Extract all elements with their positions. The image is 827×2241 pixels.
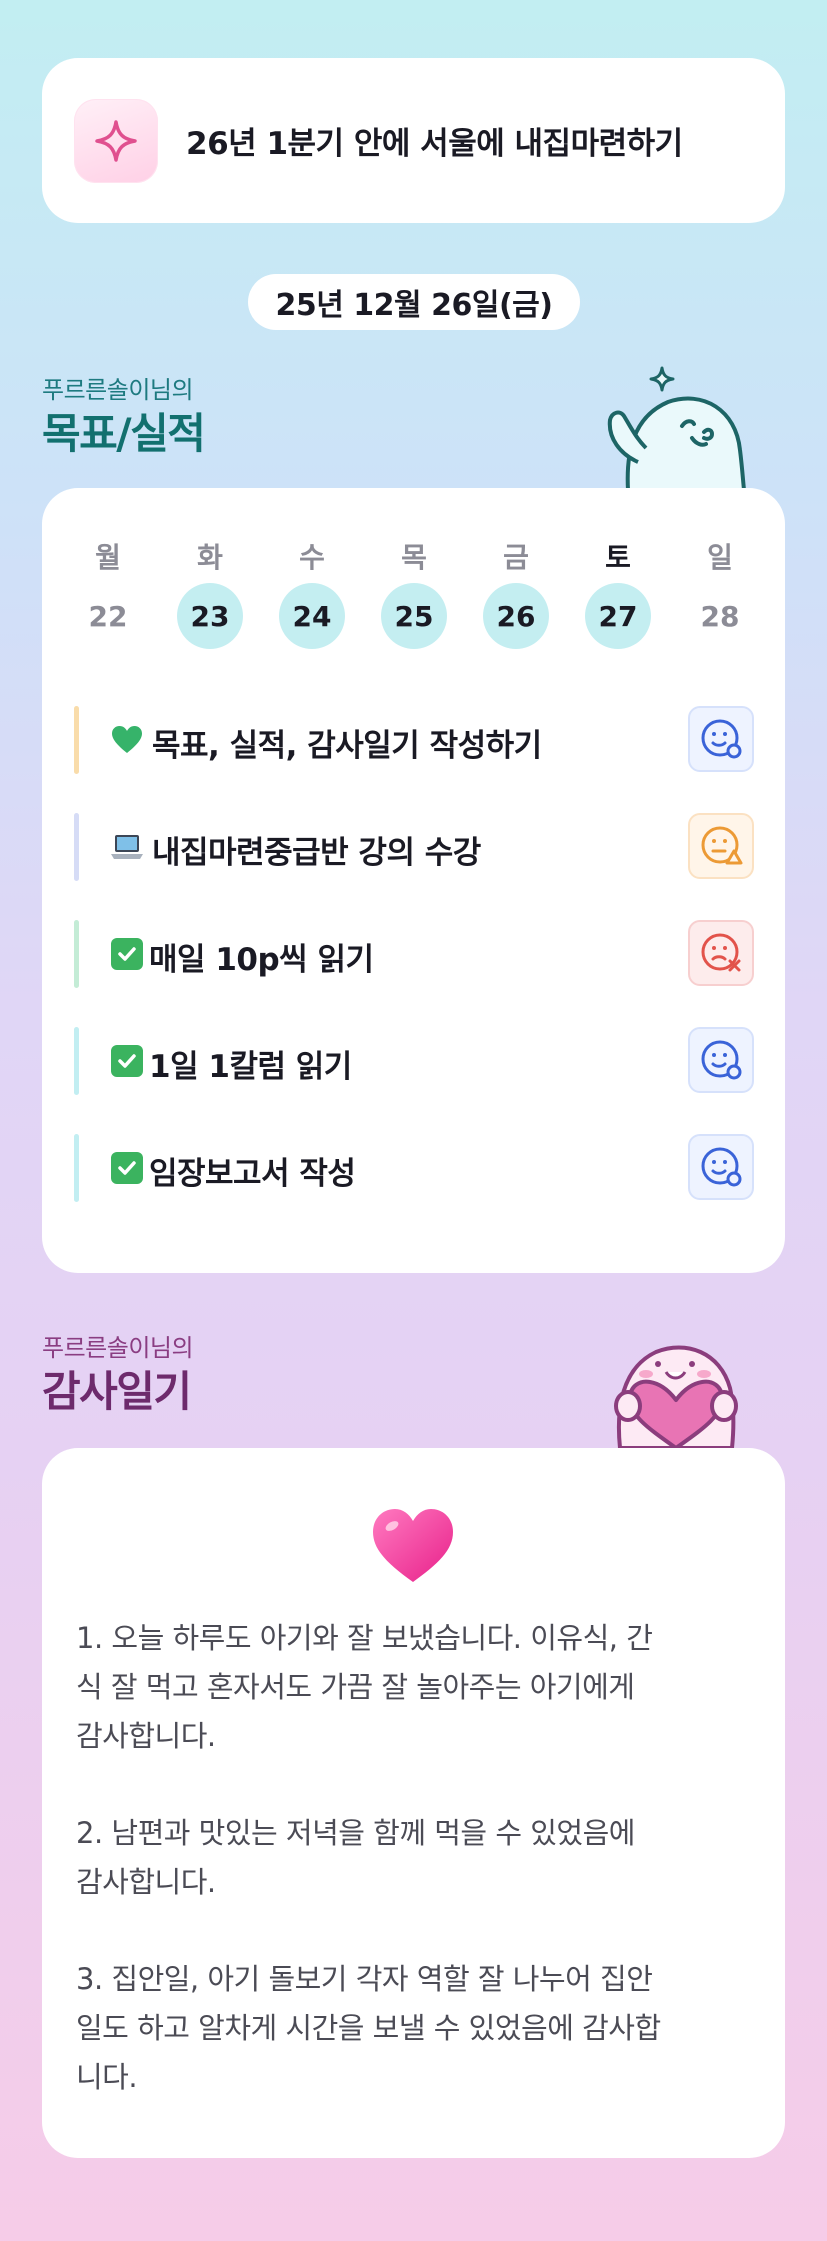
goal-item: 매일 10p씩 읽기: [74, 920, 754, 988]
day-22[interactable]: 22: [75, 583, 141, 649]
thanks-entry: 3. 집안일, 아기 돌보기 각자 역할 잘 나누어 집안 일도 하고 알차게 …: [76, 1962, 661, 2094]
weekday-fri: 금: [503, 541, 529, 574]
thanks-entry: 2. 남편과 맛있는 저녁을 함께 먹을 수 있었음에 감사합니다.: [76, 1816, 635, 1899]
weekday-sat: 토: [605, 541, 631, 574]
day-23[interactable]: 23: [177, 583, 243, 649]
day-26[interactable]: 26: [483, 583, 549, 649]
weekday-wed: 수: [299, 541, 325, 574]
status-button[interactable]: [688, 1027, 754, 1093]
status-button[interactable]: [688, 706, 754, 772]
thanks-card: 1. 오늘 하루도 아기와 잘 보냈습니다. 이유식, 간 식 잘 먹고 혼자서…: [42, 1448, 785, 2158]
goal-item-label: 1일 1칼럼 읽기: [149, 1049, 352, 1085]
check-box-icon: [110, 937, 144, 971]
sparkle-icon: [74, 98, 158, 183]
status-button[interactable]: [688, 813, 754, 879]
weekday-tue: 화: [197, 541, 223, 574]
neutral-face-warning-icon: [701, 826, 743, 865]
smile-face-icon: [701, 1147, 742, 1187]
check-box-icon: [110, 1044, 144, 1078]
status-button[interactable]: [688, 1134, 754, 1200]
laptop-icon: [110, 830, 144, 864]
day-27[interactable]: 27: [585, 583, 651, 649]
goal-item-label: 임장보고서 작성: [149, 1156, 356, 1192]
weekday-thu: 목: [401, 541, 427, 574]
day-row: 22 23 24 25 26 27 28: [42, 583, 785, 649]
sad-face-x-icon: [701, 933, 741, 972]
day-28[interactable]: 28: [687, 583, 753, 649]
goal-item: 내집마련중급반 강의 수강: [74, 813, 754, 881]
goal-item-bar: [74, 1134, 79, 1202]
goal-item-bar: [74, 813, 79, 881]
goal-item: 1일 1칼럼 읽기: [74, 1027, 754, 1095]
goal-item: 임장보고서 작성: [74, 1134, 754, 1202]
goals-section-title: 목표/실적: [42, 409, 206, 458]
goal-item-label: 매일 10p씩 읽기: [149, 942, 374, 978]
goal-text: 26년 1분기 안에 서울에 내집마련하기: [186, 126, 683, 162]
ghost-mascot-icon: [607, 366, 747, 490]
thanks-entry: 1. 오늘 하루도 아기와 잘 보냈습니다. 이유식, 간 식 잘 먹고 혼자서…: [76, 1621, 653, 1753]
goal-item-bar: [74, 706, 79, 774]
day-25[interactable]: 25: [381, 583, 447, 649]
thanks-section-title: 감사일기: [42, 1367, 192, 1416]
smile-face-icon: [701, 719, 742, 759]
green-heart-icon: [110, 723, 144, 757]
status-button[interactable]: [688, 920, 754, 986]
goal-item-bar: [74, 1027, 79, 1095]
check-box-icon: [110, 1151, 144, 1185]
heart-mascot-icon: [614, 1345, 738, 1448]
date-selector[interactable]: 25년 12월 26일(금): [248, 274, 580, 330]
goal-item-label: 목표, 실적, 감사일기 작성하기: [152, 728, 542, 764]
day-24[interactable]: 24: [279, 583, 345, 649]
goal-item-label: 내집마련중급반 강의 수강: [152, 835, 481, 871]
goal-item-bar: [74, 920, 79, 988]
goal-item: 목표, 실적, 감사일기 작성하기: [74, 706, 754, 774]
smile-face-icon: [701, 1040, 742, 1080]
pink-heart-icon: [370, 1506, 456, 1586]
goals-card: 월 화 수 목 금 토 일 22 23 24 25 26 27 28 목표, 실…: [42, 488, 785, 1273]
weekday-sun: 일: [707, 541, 733, 574]
weekday-mon: 월: [95, 541, 121, 574]
goal-card[interactable]: 26년 1분기 안에 서울에 내집마련하기: [42, 58, 785, 223]
